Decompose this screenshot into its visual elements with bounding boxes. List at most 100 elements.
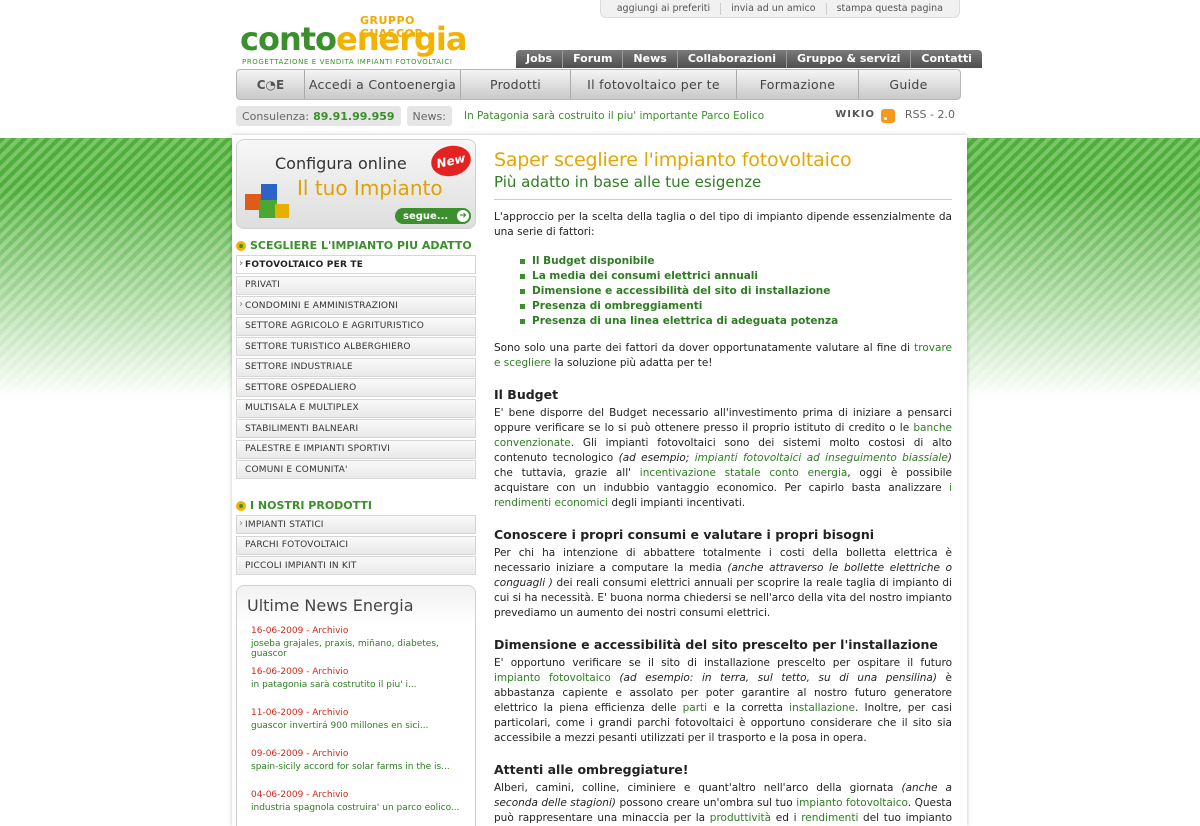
sidebar-item-fotovoltaico-per-te[interactable]: FOTOVOLTAICO PER TE <box>236 255 476 274</box>
news-title[interactable]: guascor invertirá 900 millones en sici..… <box>251 721 461 731</box>
consulenza-box: Consulenza: 89.91.99.959 <box>236 106 401 126</box>
news-title[interactable]: industria spagnola costruira' un parco e… <box>251 803 461 813</box>
promo-line1: Configura online <box>275 154 407 173</box>
utility-links: aggiungi ai preferiti invia ad un amico … <box>599 0 960 18</box>
news-item[interactable]: 16-06-2009 - Archivio in patagonia sarà … <box>237 664 475 705</box>
news-title[interactable]: in patagonia sarà costrutito il piu' i..… <box>251 680 461 690</box>
news-item[interactable]: 16-06-2009 - Archivio joseba grajales, p… <box>237 623 475 664</box>
sidebar-item-comuni[interactable]: COMUNI E COMUNITA' <box>236 460 476 479</box>
intro-paragraph: L'approccio per la scelta della taglia o… <box>494 211 952 238</box>
conto-energia-link[interactable]: incentivazione statale conto energia <box>640 467 848 479</box>
sidebar-item-multisala[interactable]: MULTISALA E MULTIPLEX <box>236 398 476 418</box>
sidebar-item-impianti-statici[interactable]: IMPIANTI STATICI <box>236 515 476 534</box>
main-nav: C◔E Accedi a Contoenergia Prodotti Il fo… <box>236 69 961 100</box>
inseguimento-link[interactable]: impianti fotovoltaici ad inseguimento bi… <box>695 452 948 464</box>
page-subtitle: Più adatto in base alle tue esigenze <box>494 173 762 191</box>
sidebar-item-privati[interactable]: PRIVATI <box>236 275 476 295</box>
send-friend-link[interactable]: invia ad un amico <box>721 2 827 15</box>
parti-link[interactable]: parti <box>683 702 707 714</box>
configura-promo[interactable]: Configura online Il tuo Impianto New seg… <box>236 139 476 229</box>
section-scegliere-label: SCEGLIERE L'IMPIANTO PIU ADATTO <box>250 239 472 252</box>
logo[interactable]: GRUPPO GUASCOR conto energia PROGETTAZIO… <box>240 14 470 70</box>
prodotti-menu: IMPIANTI STATICI PARCHI FOTOVOLTAICI PIC… <box>236 515 476 575</box>
ombre-heading: Attenti alle ombreggiature! <box>494 762 689 777</box>
logo-energia: energia <box>336 20 467 58</box>
topnav-contatti[interactable]: Contatti <box>911 50 982 68</box>
bullet-icon <box>236 240 246 251</box>
ombre-paragraph: Alberi, camini, colline, ciminiere e qua… <box>494 782 952 824</box>
mainnav-prodotti[interactable]: Prodotti <box>461 70 571 99</box>
topnav-gruppo-servizi[interactable]: Gruppo & servizi <box>787 50 912 68</box>
factor-item: Presenza di una linea elettrica di adegu… <box>518 314 952 329</box>
topnav-news[interactable]: News <box>623 50 678 68</box>
mainnav-formazione[interactable]: Formazione <box>737 70 859 99</box>
news-ticker[interactable]: In Patagonia sarà costruito il piu' impo… <box>464 110 764 122</box>
news-box-title: Ultime News Energia <box>247 596 414 615</box>
sidebar-item-kit[interactable]: PICCOLI IMPIANTI IN KIT <box>236 556 476 575</box>
news-label-box: News: <box>406 106 452 126</box>
sidebar-item-balneari[interactable]: STABILIMENTI BALNEARI <box>236 419 476 438</box>
news-date: 11-06-2009 - Archivio <box>251 708 349 718</box>
new-badge: New <box>428 142 474 180</box>
consulenza-label: Consulenza: <box>242 109 310 123</box>
news-label: News: <box>412 109 446 123</box>
section-scegliere-title: SCEGLIERE L'IMPIANTO PIU ADATTO <box>236 239 476 252</box>
sidebar-item-condomini[interactable]: CONDOMINI E AMMINISTRAZIONI <box>236 296 476 315</box>
news-date: 09-06-2009 - Archivio <box>251 749 349 759</box>
impianto-fv-link[interactable]: impianto fotovoltaico <box>796 797 908 809</box>
sidebar-item-palestre[interactable]: PALESTRE E IMPIANTI SPORTIVI <box>236 439 476 459</box>
summary-paragraph: Sono solo una parte dei fattori da dover… <box>494 342 952 369</box>
mainnav-fotovoltaico[interactable]: Il fotovoltaico per te <box>571 70 737 99</box>
news-title[interactable]: joseba grajales, praxis, miñano, diabete… <box>251 639 461 659</box>
content-panel: Configura online Il tuo Impianto New seg… <box>232 135 967 826</box>
installazione-link[interactable]: installazione <box>789 702 855 714</box>
page: aggiungi ai preferiti invia ad un amico … <box>232 0 982 826</box>
rendimenti-link-2[interactable]: rendimenti <box>801 812 858 824</box>
topnav-forum[interactable]: Forum <box>563 50 624 68</box>
rss-link[interactable]: RSS - 2.0 <box>905 108 955 121</box>
segue-label: segue... <box>403 210 449 222</box>
produttivita-link[interactable]: produttività <box>710 812 771 824</box>
page-title: Saper scegliere l'impianto fotovoltaico <box>494 149 852 171</box>
consumi-paragraph: Per chi ha intenzione di abbattere total… <box>494 547 953 619</box>
top-nav: Jobs Forum News Collaborazioni Gruppo & … <box>516 50 982 68</box>
sidebar: Configura online Il tuo Impianto New seg… <box>236 139 476 826</box>
sidebar-item-parchi[interactable]: PARCHI FOTOVOLTAICI <box>236 535 476 555</box>
rss-icon[interactable] <box>881 109 895 123</box>
logo-conto: conto <box>240 20 337 58</box>
topnav-jobs[interactable]: Jobs <box>516 50 564 68</box>
mainnav-guide[interactable]: Guide <box>859 70 958 99</box>
main-content: Saper scegliere l'impianto fotovoltaico … <box>494 149 952 826</box>
home-logo-icon[interactable]: C◔E <box>237 70 305 99</box>
sidebar-item-agricolo[interactable]: SETTORE AGRICOLO E AGRITURISTICO <box>236 316 476 336</box>
consumi-heading: Conoscere i propri consumi e valutare i … <box>494 527 875 542</box>
news-item[interactable]: 09-06-2009 - Archivio spain-sicily accor… <box>237 746 475 787</box>
section-prodotti-label: I NOSTRI PRODOTTI <box>250 499 373 512</box>
logo-tagline: PROGETTAZIONE E VENDITA IMPIANTI FOTOVOL… <box>242 58 453 66</box>
topnav-collaborazioni[interactable]: Collaborazioni <box>677 50 788 68</box>
factor-item: Presenza di ombreggiamenti <box>518 299 952 314</box>
sidebar-item-ospedaliero[interactable]: SETTORE OSPEDALIERO <box>236 378 476 397</box>
wikio-icon[interactable]: WIKIO <box>835 109 875 120</box>
promo-line2: Il tuo Impianto <box>297 176 443 200</box>
news-box: Ultime News Energia 16-06-2009 - Archivi… <box>236 585 476 826</box>
header: aggiungi ai preferiti invia ad un amico … <box>232 0 982 135</box>
sidebar-item-industriale[interactable]: SETTORE INDUSTRIALE <box>236 357 476 377</box>
news-title[interactable]: spain-sicily accord for solar farms in t… <box>251 762 461 772</box>
sidebar-item-turistico[interactable]: SETTORE TURISTICO ALBERGHIERO <box>236 337 476 356</box>
cubes-icon <box>245 184 289 218</box>
mainnav-accedi[interactable]: Accedi a Contoenergia <box>305 70 461 99</box>
segue-button[interactable]: segue... ➜ <box>395 208 471 224</box>
impianto-link[interactable]: impianto fotovoltaico <box>494 672 611 684</box>
news-item[interactable]: 04-06-2009 - Archivio industria spagnola… <box>237 787 475 826</box>
consulenza-number[interactable]: 89.91.99.959 <box>313 110 394 123</box>
sito-paragraph: E' opportuno verificare se il sito di in… <box>494 657 953 744</box>
sito-heading: Dimensione e accessibilità del sito pres… <box>494 637 938 652</box>
print-page-link[interactable]: stampa questa pagina <box>827 3 953 15</box>
add-favorites-link[interactable]: aggiungi ai preferiti <box>607 2 722 15</box>
budget-paragraph: E' bene disporre del Budget necessario a… <box>494 407 952 509</box>
news-item[interactable]: 11-06-2009 - Archivio guascor invertirá … <box>237 705 475 746</box>
arrow-right-icon: ➜ <box>457 210 469 222</box>
divider <box>494 199 952 200</box>
factor-item: Dimensione e accessibilità del sito di i… <box>518 284 952 299</box>
